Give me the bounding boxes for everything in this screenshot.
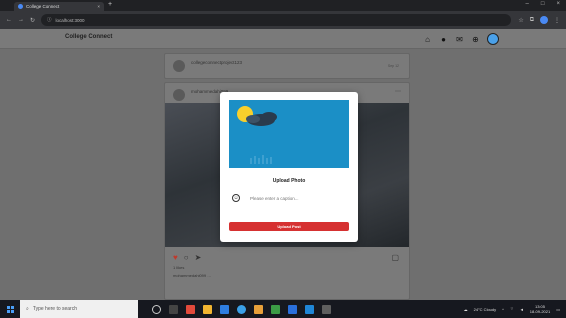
back-icon[interactable]: ← [6,17,12,23]
address-text: localhost:3000 [55,17,85,23]
app-icon-1[interactable] [186,304,195,314]
notifications-icon[interactable]: ▭ [556,307,560,312]
app-icon-4[interactable] [271,304,280,314]
post-card: collegeconnectproject123 Sep 12 [164,53,410,79]
task-view-icon[interactable] [169,304,178,314]
post-avatar[interactable] [173,60,185,72]
os-taskbar: ⌕ Type here to search ☁ 24°C Cloudy ^ ⌔ … [0,300,566,318]
post-time: Sep 12 [387,64,399,68]
post-username[interactable]: collegeconnectproject123 [191,60,242,65]
comment-icon[interactable]: ○ [184,253,189,262]
profile-avatar[interactable] [487,33,499,45]
app-icon-3[interactable] [254,304,263,314]
more-options-icon[interactable]: ⋯ [395,88,401,95]
emoji-icon[interactable]: ☺ [232,194,240,202]
windows-start-icon[interactable] [0,305,20,313]
browser-profile-icon[interactable] [540,16,548,24]
app-icon-2[interactable] [220,304,229,314]
minimize-icon[interactable]: – [526,1,529,7]
weather-icon[interactable]: ☁ [464,307,468,312]
toolbar-right: ☆ ⧉ ⋮ [518,16,560,24]
cortana-icon[interactable] [152,304,161,314]
app-icon-5[interactable] [305,304,314,314]
info-icon: ⓘ [47,17,52,22]
browser-tab[interactable]: College Connect × [14,2,104,11]
brand-logo[interactable]: College Connect [65,34,112,40]
share-icon[interactable]: ➤ [195,253,202,262]
network-icon[interactable]: ⌔ [510,306,514,312]
taskbar-search[interactable]: ⌕ Type here to search [20,300,138,318]
app-icon-6[interactable] [322,304,331,314]
upload-post-button[interactable]: Upload Post [229,222,349,231]
post-actions: ♥ ○ ➤ [173,253,201,262]
likes-count: 1 likes [173,265,185,270]
browser-tab-bar: College Connect × + – □ × [0,0,566,11]
photo-preview [229,100,349,168]
modal-title: Upload Photo [272,178,306,184]
vscode-icon[interactable] [288,304,297,314]
save-post-icon[interactable]: ▢ [391,253,399,262]
system-tray: ☁ 24°C Cloudy ^ ⌔ ◄ 13:05 18-09-2021 ▭ [464,304,566,314]
address-bar[interactable]: ⓘ localhost:3000 [41,14,512,26]
post-avatar[interactable] [173,89,185,101]
tab-favicon-icon [18,4,23,9]
tray-arrow-icon[interactable]: ^ [502,307,504,312]
header-nav: ⌂ ● ✉ ⊕ [423,33,499,45]
post-caption: mohammedahi099 … [173,273,212,278]
maximize-icon[interactable]: □ [541,1,545,7]
like-icon[interactable]: ♥ [173,253,178,262]
home-icon[interactable]: ⌂ [423,35,432,44]
reload-icon[interactable]: ↻ [30,17,35,24]
bookmark-star-icon[interactable]: ☆ [518,17,523,24]
new-tab-icon[interactable]: + [108,1,112,8]
forward-icon[interactable]: → [18,17,24,23]
extensions-icon[interactable]: ⧉ [530,17,534,24]
file-explorer-icon[interactable] [203,304,212,314]
explore-icon[interactable]: ● [439,35,448,44]
caption-input[interactable] [250,193,348,203]
messenger-icon[interactable]: ✉ [455,35,464,44]
close-window-icon[interactable]: × [556,1,560,7]
weather-illustration [229,100,349,168]
taskbar-search-placeholder: Type here to search [32,306,78,312]
clock[interactable]: 13:05 18-09-2021 [530,304,550,314]
browser-toolbar: ← → ↻ ⓘ localhost:3000 ☆ ⧉ ⋮ [0,11,566,29]
app-header: College Connect ⌂ ● ✉ ⊕ [0,29,566,49]
taskbar-apps [152,304,331,314]
menu-icon[interactable]: ⋮ [554,17,560,24]
upload-photo-modal: Upload Photo ☺ Upload Post [220,92,358,242]
chrome-icon[interactable] [237,304,246,314]
window-controls: – □ × [526,1,560,7]
volume-icon[interactable]: ◄ [520,307,524,312]
tab-title: College Connect [26,4,60,9]
caption-row: ☺ [232,192,348,204]
weather-text[interactable]: 24°C Cloudy [474,307,497,312]
clock-date: 18-09-2021 [529,309,551,314]
close-tab-icon[interactable]: × [97,4,100,9]
search-icon: ⌕ [26,306,29,312]
new-post-icon[interactable]: ⊕ [471,35,480,44]
